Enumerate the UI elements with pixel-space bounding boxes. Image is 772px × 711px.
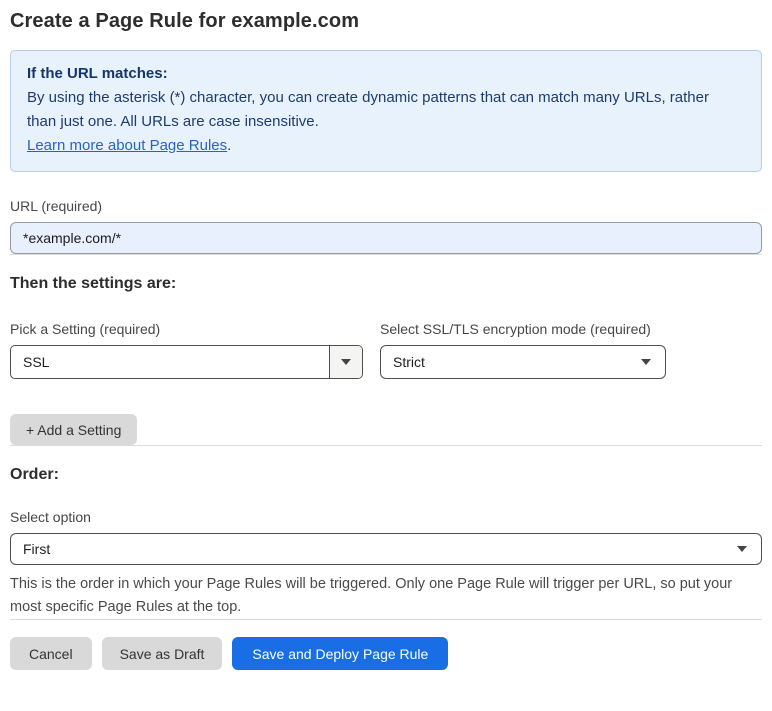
link-suffix: . [227,137,232,154]
create-page-rule-form: Create a Page Rule for example.com If th… [0,0,772,670]
order-select-value: First [23,541,51,557]
chevron-down-icon [737,546,761,552]
url-match-info-box: If the URL matches: By using the asteris… [10,50,762,172]
ssl-mode-value: Strict [393,354,425,370]
url-section: URL (required) [10,197,762,254]
divider [10,619,762,620]
ssl-mode-select[interactable]: Strict [380,345,666,379]
url-field-label: URL (required) [10,198,103,214]
cancel-button[interactable]: Cancel [10,637,92,670]
save-as-draft-button[interactable]: Save as Draft [101,637,223,670]
divider [10,254,762,255]
ssl-mode-label: Select SSL/TLS encryption mode (required… [380,321,651,337]
settings-row: Pick a Setting (required) SSL Select SSL… [10,320,762,379]
chevron-down-icon [641,359,665,365]
add-setting-button[interactable]: + Add a Setting [10,414,138,445]
order-help-text: This is the order in which your Page Rul… [10,576,733,615]
order-select[interactable]: First [10,533,762,565]
pick-setting-label: Pick a Setting (required) [10,321,161,337]
url-input[interactable] [10,222,762,254]
pick-setting-column: Pick a Setting (required) SSL [10,320,363,379]
ssl-mode-column: Select SSL/TLS encryption mode (required… [380,320,666,379]
save-and-deploy-button[interactable]: Save and Deploy Page Rule [232,637,449,670]
order-section-heading: Order: [10,466,59,483]
info-box-body: By using the asterisk (*) character, you… [27,89,709,130]
chevron-down-icon [329,346,362,378]
order-select-label: Select option [10,509,91,525]
info-box-link-line: Learn more about Page Rules. [27,134,745,158]
learn-more-link[interactable]: Learn more about Page Rules [27,137,227,154]
page-title: Create a Page Rule for example.com [10,10,360,32]
info-box-heading: If the URL matches: [27,65,168,82]
divider [10,445,762,446]
settings-section-heading: Then the settings are: [10,275,177,292]
footer-actions: Cancel Save as Draft Save and Deploy Pag… [10,637,762,670]
pick-setting-select[interactable]: SSL [10,345,363,379]
pick-setting-value: SSL [23,354,50,370]
